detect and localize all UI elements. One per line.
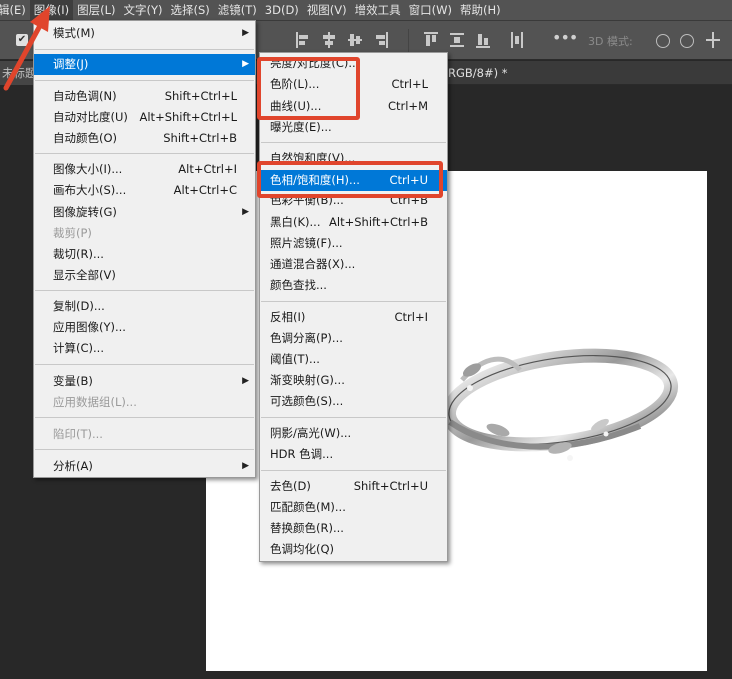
menu-item-reveal-all[interactable]: 显示全部(V) <box>34 265 255 286</box>
menu-item-image-size[interactable]: 图像大小(I)... Alt+Ctrl+I <box>34 159 255 180</box>
adjustments-submenu: 亮度/对比度(C)... 色阶(L)... Ctrl+L 曲线(U)... Ct… <box>259 52 448 562</box>
menu-item-hdr-toning[interactable]: HDR 色调... <box>260 444 447 465</box>
menu-filter[interactable]: 滤镜(T) <box>214 0 261 20</box>
menu-item-photo-filter[interactable]: 照片滤镜(F)... <box>260 233 447 254</box>
distribute-horizontal-icon[interactable] <box>510 32 524 48</box>
submenu-arrow-icon: ▶ <box>242 461 249 471</box>
menu-item-brightness-contrast[interactable]: 亮度/对比度(C)... <box>260 53 447 74</box>
image-menu: 模式(M) ▶ 调整(J) ▶ 自动色调(N) Shift+Ctrl+L 自动对… <box>33 20 256 478</box>
menu-item-color-lookup[interactable]: 颜色查找... <box>260 275 447 296</box>
menu-item-apply-data-set: 应用数据组(L)... <box>53 395 137 409</box>
menu-item-invert[interactable]: 反相(I) Ctrl+I <box>260 307 447 328</box>
menu-3d[interactable]: 3D(D) <box>261 0 303 20</box>
submenu-arrow-icon: ▶ <box>242 376 249 386</box>
menu-edit[interactable]: 辑(E) <box>0 0 30 20</box>
toolbar-divider <box>408 29 409 53</box>
menu-view[interactable]: 视图(V) <box>303 0 351 20</box>
align-right-icon[interactable] <box>374 32 388 48</box>
submenu-arrow-icon: ▶ <box>242 28 249 38</box>
roll-3d-icon[interactable] <box>680 34 694 48</box>
menu-item-duplicate[interactable]: 复制(D)... <box>34 296 255 317</box>
menu-item-apply-image[interactable]: 应用图像(Y)... <box>34 317 255 338</box>
more-options-icon[interactable]: ••• <box>552 30 578 47</box>
menu-item-posterize[interactable]: 色调分离(P)... <box>260 328 447 349</box>
menu-item-auto-tone[interactable]: 自动色调(N) Shift+Ctrl+L <box>34 86 255 107</box>
pan-3d-icon[interactable] <box>706 32 720 48</box>
distribute-vertical-icon[interactable] <box>450 32 464 48</box>
submenu-arrow-icon: ▶ <box>242 207 249 217</box>
orbit-3d-icon[interactable] <box>656 34 670 48</box>
menu-item-analysis[interactable]: 分析(A) ▶ <box>34 456 255 477</box>
menu-item-image-rotation[interactable]: 图像旋转(G) ▶ <box>34 202 255 223</box>
menu-item-selective-color[interactable]: 可选颜色(S)... <box>260 391 447 412</box>
menu-item-replace-color[interactable]: 替换颜色(R)... <box>260 518 447 539</box>
ring-image <box>441 348 679 461</box>
menu-item-trap: 陷印(T)... <box>53 427 103 441</box>
align-left-icon[interactable] <box>296 32 310 48</box>
menu-item-calculations[interactable]: 计算(C)... <box>34 338 255 359</box>
menu-item-canvas-size[interactable]: 画布大小(S)... Alt+Ctrl+C <box>34 180 255 201</box>
auto-select-checkbox[interactable]: ✔ <box>16 34 28 46</box>
menu-item-black-white[interactable]: 黑白(K)... Alt+Shift+Ctrl+B <box>260 212 447 233</box>
align-top-icon[interactable] <box>424 32 438 48</box>
menu-item-exposure[interactable]: 曝光度(E)... <box>260 117 447 138</box>
menu-item-hue-saturation[interactable]: 色相/饱和度(H)... Ctrl+U <box>260 170 447 191</box>
document-tab-active[interactable]: RGB/8#) * <box>448 61 508 85</box>
menu-item-variables[interactable]: 变量(B) ▶ <box>34 371 255 392</box>
menu-item-adjustments[interactable]: 调整(J) ▶ <box>34 54 255 75</box>
menu-item-channel-mixer[interactable]: 通道混合器(X)... <box>260 254 447 275</box>
menu-item-threshold[interactable]: 阈值(T)... <box>260 349 447 370</box>
menu-item-trim[interactable]: 裁切(R)... <box>34 244 255 265</box>
menu-image[interactable]: 图像(I) <box>29 0 74 20</box>
menu-item-crop: 裁剪(P) <box>53 226 92 240</box>
submenu-arrow-icon: ▶ <box>242 59 249 69</box>
menu-plugins[interactable]: 增效工具 <box>351 0 405 20</box>
menu-item-vibrance[interactable]: 自然饱和度(V)... <box>260 148 447 169</box>
align-center-icon[interactable] <box>322 32 336 48</box>
align-vcenter-icon[interactable] <box>348 32 362 48</box>
menu-item-equalize[interactable]: 色调均化(Q) <box>260 539 447 560</box>
menu-item-curves[interactable]: 曲线(U)... Ctrl+M <box>260 96 447 117</box>
menu-item-shadows-highlights[interactable]: 阴影/高光(W)... <box>260 423 447 444</box>
menu-layer[interactable]: 图层(L) <box>73 0 119 20</box>
menu-item-match-color[interactable]: 匹配颜色(M)... <box>260 497 447 518</box>
menu-item-levels[interactable]: 色阶(L)... Ctrl+L <box>260 74 447 95</box>
menu-window[interactable]: 窗口(W) <box>405 0 456 20</box>
mode-3d-label: 3D 模式: <box>588 35 633 48</box>
menu-item-mode[interactable]: 模式(M) ▶ <box>34 23 255 44</box>
menu-item-auto-color[interactable]: 自动颜色(O) Shift+Ctrl+B <box>34 128 255 149</box>
align-bottom-icon[interactable] <box>476 32 490 48</box>
menu-item-desaturate[interactable]: 去色(D) Shift+Ctrl+U <box>260 476 447 497</box>
menu-item-gradient-map[interactable]: 渐变映射(G)... <box>260 370 447 391</box>
menu-item-color-balance[interactable]: 色彩平衡(B)... Ctrl+B <box>260 190 447 211</box>
menu-select[interactable]: 选择(S) <box>167 0 214 20</box>
menu-bar: 辑(E) 图像(I) 图层(L) 文字(Y) 选择(S) 滤镜(T) 3D(D)… <box>0 0 732 20</box>
menu-help[interactable]: 帮助(H) <box>456 0 505 20</box>
menu-item-auto-contrast[interactable]: 自动对比度(U) Alt+Shift+Ctrl+L <box>34 107 255 128</box>
menu-type[interactable]: 文字(Y) <box>120 0 167 20</box>
